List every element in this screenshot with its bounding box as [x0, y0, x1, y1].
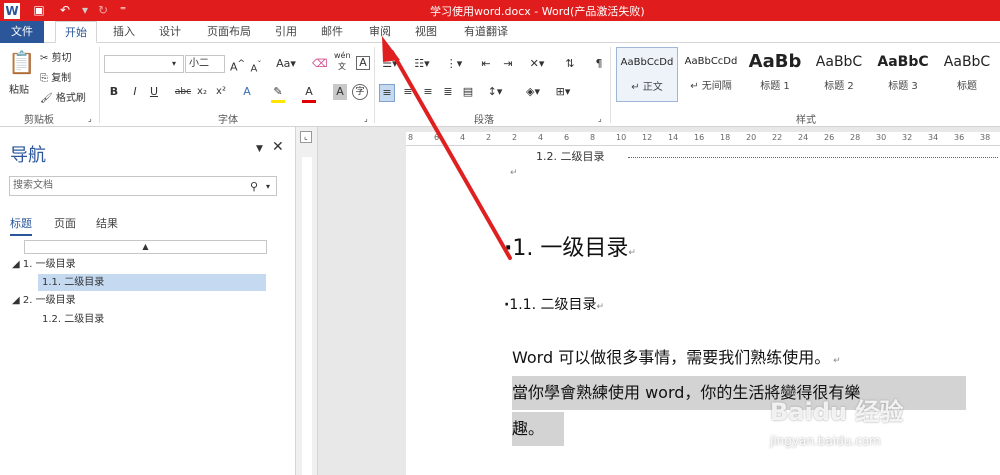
annotation-arrow-head [382, 36, 400, 62]
annotation-arrow-line [390, 50, 512, 260]
annotation-arrow-overlay [382, 36, 512, 260]
